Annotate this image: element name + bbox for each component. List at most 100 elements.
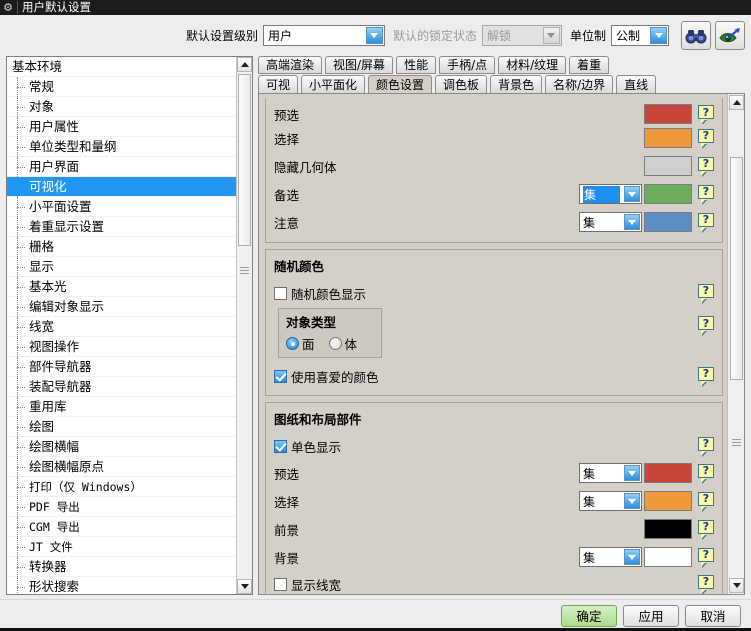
object-type-option-1[interactable]: 体	[328, 334, 357, 353]
help-icon[interactable]: ?	[698, 316, 716, 335]
settings-tree-list[interactable]: 基本环境 常规 对象 用户属性 单位类型和量纲 用户界面 可视化 小平面设置 着重显示设置 栅格显…	[7, 57, 236, 594]
help-icon[interactable]: ?	[698, 212, 716, 232]
sidebar-item-9[interactable]: 显示	[7, 257, 236, 277]
highlight-1-color-swatch[interactable]	[644, 128, 692, 148]
help-icon[interactable]: ?	[698, 574, 716, 594]
tab-r2-6[interactable]: 直线	[616, 75, 657, 94]
sidebar-item-2[interactable]: 用户属性	[7, 117, 236, 137]
drawing-1-select[interactable]: 集	[579, 491, 642, 511]
drawing-3-select[interactable]: 集	[579, 547, 642, 567]
find-button[interactable]	[681, 21, 711, 50]
drawing-1-color-swatch[interactable]	[644, 491, 692, 511]
sidebar-item-24[interactable]: 转换器	[7, 557, 236, 577]
tab-r1-1[interactable]: 视图/屏幕	[325, 56, 394, 74]
sidebar-item-root[interactable]: 基本环境	[7, 57, 236, 77]
drawing-2-color-swatch[interactable]	[644, 519, 692, 539]
drawing-0-select[interactable]: 集	[579, 463, 642, 483]
object-type-option-0[interactable]: 面	[286, 334, 315, 353]
sidebar-item-4[interactable]: 用户界面	[7, 157, 236, 177]
sidebar-item-14[interactable]: 部件导航器	[7, 357, 236, 377]
chevron-down-icon[interactable]	[365, 27, 383, 44]
highlight-2-color-swatch[interactable]	[644, 156, 692, 176]
unit-system-select[interactable]: 公制	[611, 25, 669, 46]
sidebar-item-20[interactable]: 打印（仅 Windows）	[7, 477, 236, 497]
chevron-down-icon[interactable]	[624, 465, 640, 481]
settings-tree[interactable]: 基本环境 常规 对象 用户属性 单位类型和量纲 用户界面 可视化 小平面设置 着重显示设置 栅格显…	[6, 56, 253, 595]
use-favorite-colors-checkbox[interactable]	[274, 369, 287, 383]
highlight-3-select[interactable]: 集	[579, 184, 642, 204]
sidebar-item-18[interactable]: 绘图横幅	[7, 437, 236, 457]
tab-r2-3[interactable]: 调色板	[435, 75, 488, 94]
tab-r2-1[interactable]: 小平面化	[301, 75, 366, 94]
panel-scroll-thumb[interactable]	[730, 157, 743, 380]
tab-r1-0[interactable]: 高端渲染	[258, 56, 323, 74]
tree-scroll-thumb[interactable]	[238, 74, 251, 246]
drawing-3-color-swatch[interactable]	[644, 547, 692, 567]
help-icon[interactable]: ?	[698, 283, 716, 303]
help-icon[interactable]: ?	[698, 128, 716, 148]
chevron-down-icon[interactable]	[624, 549, 640, 565]
tree-scroll-down-button[interactable]	[237, 579, 252, 594]
help-icon[interactable]: ?	[698, 491, 716, 511]
help-icon[interactable]: ?	[698, 463, 716, 483]
tab-r2-0[interactable]: 可视	[258, 75, 299, 94]
footer-button-0[interactable]: 确定	[561, 604, 617, 627]
mono-display-checkbox[interactable]	[274, 439, 287, 453]
help-icon[interactable]: ?	[698, 436, 716, 456]
tab-r1-4[interactable]: 材料/纹理	[498, 56, 567, 74]
random-color-display-checkbox[interactable]	[274, 286, 287, 300]
sidebar-item-11[interactable]: 编辑对象显示	[7, 297, 236, 317]
sidebar-item-7[interactable]: 着重显示设置	[7, 217, 236, 237]
sidebar-item-16[interactable]: 重用库	[7, 397, 236, 417]
sidebar-item-0[interactable]: 常规	[7, 77, 236, 97]
tab-r2-4[interactable]: 背景色	[490, 75, 543, 94]
tree-scroll-up-button[interactable]	[237, 57, 252, 72]
sidebar-item-3[interactable]: 单位类型和量纲	[7, 137, 236, 157]
sidebar-item-1[interactable]: 对象	[7, 97, 236, 117]
sidebar-item-23[interactable]: JT 文件	[7, 537, 236, 557]
highlight-3-color-swatch[interactable]	[644, 184, 692, 204]
sidebar-item-10[interactable]: 基本光	[7, 277, 236, 297]
panel-scroll-down-button[interactable]	[729, 578, 744, 593]
footer-button-2[interactable]: 取消	[685, 604, 741, 627]
tab-r2-2[interactable]: 颜色设置	[368, 75, 433, 94]
sidebar-item-6[interactable]: 小平面设置	[7, 197, 236, 217]
visual-preferences-button[interactable]	[715, 21, 745, 50]
show-linewidth-checkbox[interactable]	[274, 577, 287, 591]
sidebar-item-5[interactable]: 可视化	[7, 177, 236, 197]
panel-scrollbar[interactable]	[727, 94, 744, 594]
tab-r1-3[interactable]: 手柄/点	[439, 56, 496, 74]
help-icon[interactable]: ?	[698, 519, 716, 539]
tab-r1-5[interactable]: 着重	[569, 56, 610, 74]
footer-button-1[interactable]: 应用	[623, 604, 679, 627]
drawing-0-color-swatch[interactable]	[644, 463, 692, 483]
sidebar-item-12[interactable]: 线宽	[7, 317, 236, 337]
sidebar-item-25[interactable]: 形状搜索	[7, 577, 236, 594]
help-icon[interactable]: ?	[698, 366, 716, 386]
chevron-down-icon[interactable]	[624, 493, 640, 509]
sidebar-item-19[interactable]: 绘图横幅原点	[7, 457, 236, 477]
highlight-4-select[interactable]: 集	[579, 212, 642, 232]
sidebar-item-15[interactable]: 装配导航器	[7, 377, 236, 397]
tab-r1-2[interactable]: 性能	[396, 56, 437, 74]
highlight-0-color-swatch[interactable]	[644, 104, 692, 124]
radio-button[interactable]	[286, 337, 299, 350]
chevron-down-icon[interactable]	[624, 186, 640, 202]
sidebar-item-22[interactable]: CGM 导出	[7, 517, 236, 537]
radio-button[interactable]	[328, 337, 342, 350]
sidebar-item-21[interactable]: PDF 导出	[7, 497, 236, 517]
chevron-down-icon[interactable]	[624, 214, 640, 230]
panel-scroll-up-button[interactable]	[729, 95, 744, 110]
help-icon[interactable]: ?	[698, 184, 716, 204]
help-icon[interactable]: ?	[698, 105, 716, 124]
help-icon[interactable]: ?	[698, 547, 716, 567]
sidebar-item-8[interactable]: 栅格	[7, 237, 236, 257]
tree-scrollbar[interactable]	[236, 57, 252, 594]
sidebar-item-13[interactable]: 视图操作	[7, 337, 236, 357]
chevron-down-icon[interactable]	[650, 27, 667, 44]
tab-r2-5[interactable]: 名称/边界	[545, 75, 614, 94]
sidebar-item-17[interactable]: 绘图	[7, 417, 236, 437]
default-level-select[interactable]: 用户	[262, 25, 385, 46]
highlight-4-color-swatch[interactable]	[644, 212, 692, 232]
help-icon[interactable]: ?	[698, 156, 716, 176]
